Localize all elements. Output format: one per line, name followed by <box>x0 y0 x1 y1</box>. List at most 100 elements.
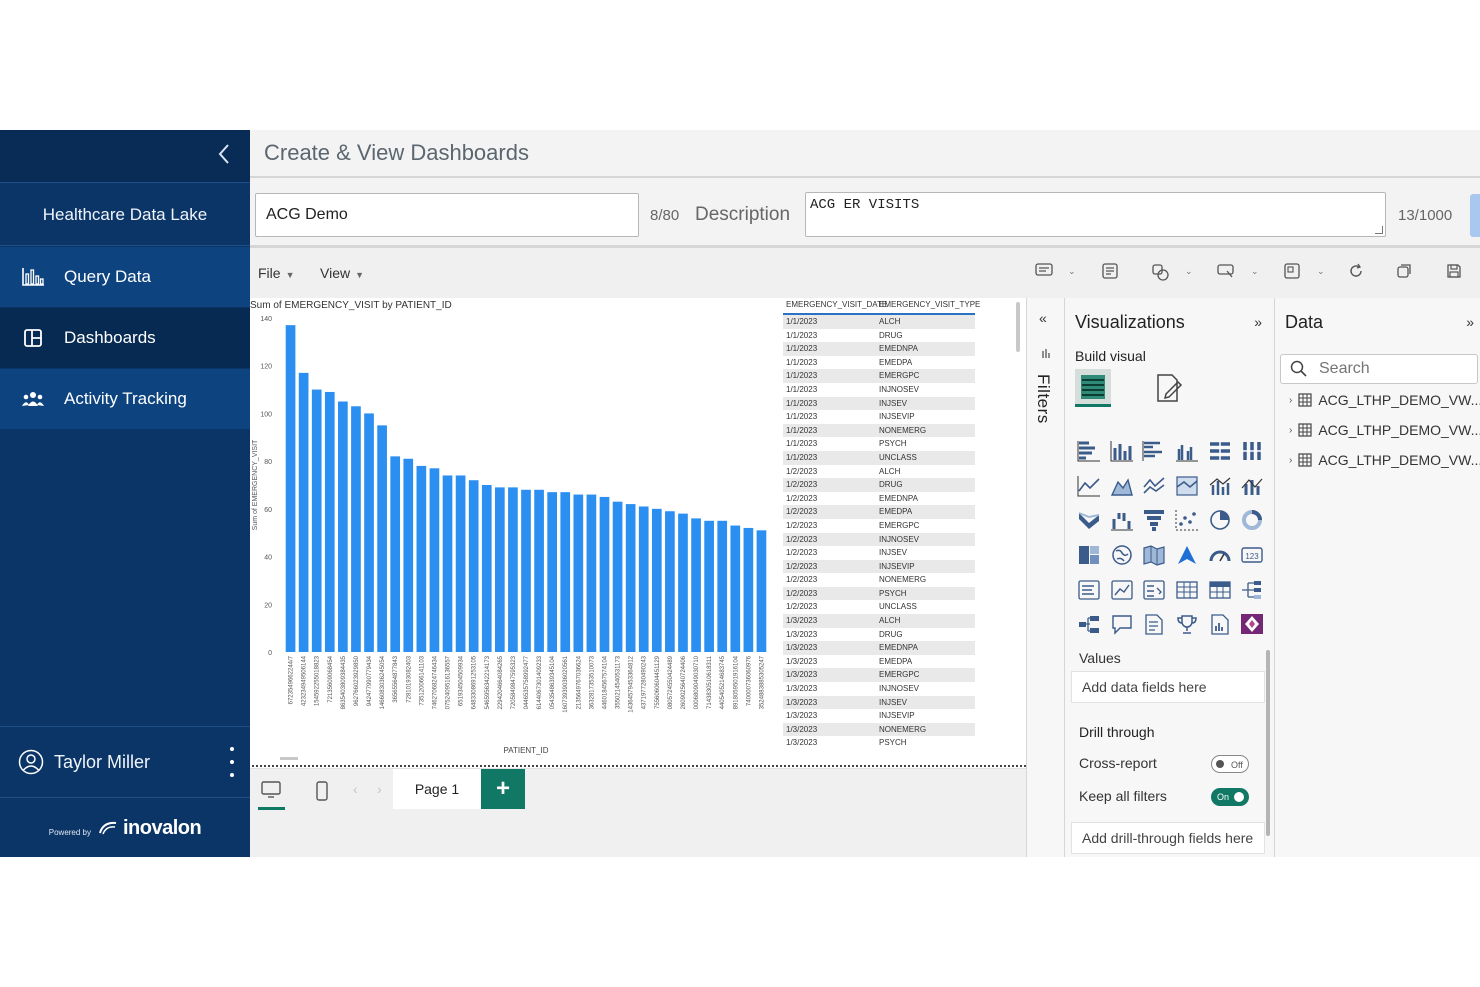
more-options-icon[interactable] <box>228 747 236 777</box>
comment-icon[interactable] <box>1034 263 1054 283</box>
gauge-icon[interactable] <box>1203 538 1236 573</box>
table-row[interactable]: 1/3/2023 INJSEV <box>783 695 975 710</box>
stacked-area-chart-icon[interactable] <box>1138 469 1171 504</box>
shapes-icon[interactable] <box>1150 263 1170 283</box>
table-row[interactable]: 1/1/2023 UNCLASS <box>783 450 975 465</box>
sidebar-item-dashboards[interactable]: Dashboards <box>0 308 250 369</box>
visual-interactions-icon[interactable] <box>1282 263 1302 283</box>
card-icon[interactable]: 123 <box>1236 538 1269 573</box>
chevron-down-icon[interactable]: ⌄ <box>1185 266 1193 277</box>
bar[interactable] <box>351 406 361 652</box>
bar[interactable] <box>717 520 728 652</box>
bar[interactable] <box>455 475 466 652</box>
bar[interactable] <box>338 401 348 653</box>
table-row[interactable]: 1/1/2023 ALCH <box>783 315 975 329</box>
funnel-chart-icon[interactable] <box>1138 503 1171 538</box>
table-row[interactable]: 1/1/2023 DRUG <box>783 329 975 343</box>
azure-map-icon[interactable] <box>1171 538 1204 573</box>
table-row[interactable]: 1/3/2023 EMEDNPA <box>783 641 975 655</box>
drill-through-well[interactable]: Add drill-through fields here <box>1071 822 1265 854</box>
bar[interactable] <box>638 506 649 652</box>
bar[interactable] <box>311 389 322 652</box>
chevron-down-icon[interactable]: ⌄ <box>1317 266 1325 277</box>
data-table-item[interactable]: › ACG_LTHP_DEMO_VW... <box>1289 450 1480 470</box>
bar[interactable] <box>625 504 636 652</box>
collapse-data-icon[interactable]: » <box>1466 314 1474 330</box>
bar[interactable] <box>390 456 401 652</box>
data-table-item[interactable]: › ACG_LTHP_DEMO_VW... <box>1289 390 1480 410</box>
table-row[interactable]: 1/3/2023 DRUG <box>783 628 975 642</box>
expand-filters-icon[interactable]: « <box>1039 310 1047 326</box>
key-influencers-icon[interactable] <box>1073 607 1106 642</box>
table-row[interactable]: 1/2/2023 ALCH <box>783 465 975 479</box>
resize-handle-icon[interactable] <box>1375 226 1383 234</box>
slicer-icon[interactable] <box>1138 572 1171 607</box>
line-clustered-column-chart-icon[interactable] <box>1203 469 1236 504</box>
sidebar-item-activity-tracking[interactable]: Activity Tracking <box>0 369 250 430</box>
bar[interactable] <box>612 501 623 652</box>
bar[interactable] <box>364 413 374 652</box>
table-row[interactable]: 1/3/2023 ALCH <box>783 614 975 628</box>
chevron-down-icon[interactable]: ⌄ <box>1251 266 1259 277</box>
keep-all-filters-toggle[interactable]: On <box>1211 788 1249 806</box>
mobile-view-icon[interactable] <box>311 781 333 803</box>
bar[interactable] <box>285 325 296 652</box>
add-page-button[interactable]: + <box>481 769 525 809</box>
bar[interactable] <box>665 511 675 652</box>
next-page-icon[interactable]: › <box>377 781 382 797</box>
area-chart-icon[interactable] <box>1106 469 1139 504</box>
save-button-edge[interactable] <box>1470 194 1480 237</box>
bar[interactable] <box>508 487 518 652</box>
filled-map-icon[interactable] <box>1138 538 1171 573</box>
duplicate-icon[interactable] <box>1394 263 1414 283</box>
100-stacked-bar-chart-icon[interactable] <box>1203 434 1236 469</box>
visualizations-scrollbar[interactable] <box>1266 650 1270 836</box>
treemap-icon[interactable] <box>1073 538 1106 573</box>
clustered-column-chart-icon[interactable] <box>1171 434 1204 469</box>
table-row[interactable]: 1/1/2023 INJSEVIP <box>783 410 975 424</box>
line-chart-icon[interactable] <box>1073 469 1106 504</box>
bar[interactable] <box>377 425 387 652</box>
table-row[interactable]: 1/2/2023 INJSEVIP <box>783 559 975 574</box>
filters-pane[interactable]: « Filters <box>1026 298 1064 857</box>
canvas-scrollbar[interactable] <box>1016 302 1020 352</box>
collapse-visualizations-icon[interactable]: » <box>1254 314 1262 330</box>
table-row[interactable]: 1/1/2023 INJNOSEV <box>783 383 975 397</box>
bar-chart[interactable]: 0 20 40 60 80 100 120 140 Sum of EMERGENCY_VISIT… <box>250 312 780 762</box>
data-table-item[interactable]: › ACG_LTHP_DEMO_VW... <box>1289 420 1480 440</box>
refresh-icon[interactable] <box>1346 263 1366 283</box>
bar[interactable] <box>586 494 597 652</box>
data-search-input[interactable] <box>1280 354 1478 384</box>
visit-table[interactable]: EMERGENCY_VISIT_DATE EMERGENCY_VISIT_TYP… <box>783 300 980 750</box>
bar[interactable] <box>494 487 505 652</box>
bar[interactable] <box>298 372 309 652</box>
table-row[interactable]: 1/2/2023 PSYCH <box>783 586 975 601</box>
table-row[interactable]: 1/1/2023 NONEMERG <box>783 423 975 438</box>
scatter-chart-icon[interactable] <box>1171 503 1204 538</box>
sidebar-item-query-data[interactable]: Query Data <box>0 247 250 308</box>
line-stacked-column-chart-icon[interactable] <box>1236 469 1269 504</box>
save-icon[interactable] <box>1444 263 1464 283</box>
table-row[interactable]: 1/1/2023 EMEDNPA <box>783 342 975 356</box>
report-canvas[interactable]: Sum of EMERGENCY_VISIT by PATIENT_ID 0 20… <box>250 298 1026 768</box>
text-box-icon[interactable] <box>1100 263 1120 283</box>
previous-page-icon[interactable]: ‹ <box>353 781 358 797</box>
trophy-icon[interactable] <box>1171 607 1204 642</box>
table-row[interactable]: 1/3/2023 INJSEVIP <box>783 709 975 723</box>
bar[interactable] <box>534 489 544 652</box>
table-row[interactable]: 1/2/2023 INJNOSEV <box>783 532 975 547</box>
values-well[interactable]: Add data fields here <box>1071 671 1265 703</box>
100-stacked-column-chart-icon[interactable] <box>1236 434 1269 469</box>
bar[interactable] <box>704 520 714 652</box>
table-row[interactable]: 1/3/2023 PSYCH <box>783 736 975 750</box>
desktop-view-icon[interactable] <box>260 781 282 803</box>
table-row[interactable]: 1/1/2023 EMERGPC <box>783 369 975 383</box>
map-icon[interactable] <box>1106 538 1139 573</box>
table-row[interactable]: 1/2/2023 NONEMERG <box>783 573 975 587</box>
table-row[interactable]: 1/2/2023 EMEDPA <box>783 505 975 519</box>
table-row[interactable]: 1/2/2023 UNCLASS <box>783 600 975 614</box>
format-visual-icon[interactable] <box>1153 372 1185 404</box>
bar[interactable] <box>651 508 662 652</box>
table-row[interactable]: 1/2/2023 DRUG <box>783 478 975 492</box>
bar[interactable] <box>521 489 531 652</box>
